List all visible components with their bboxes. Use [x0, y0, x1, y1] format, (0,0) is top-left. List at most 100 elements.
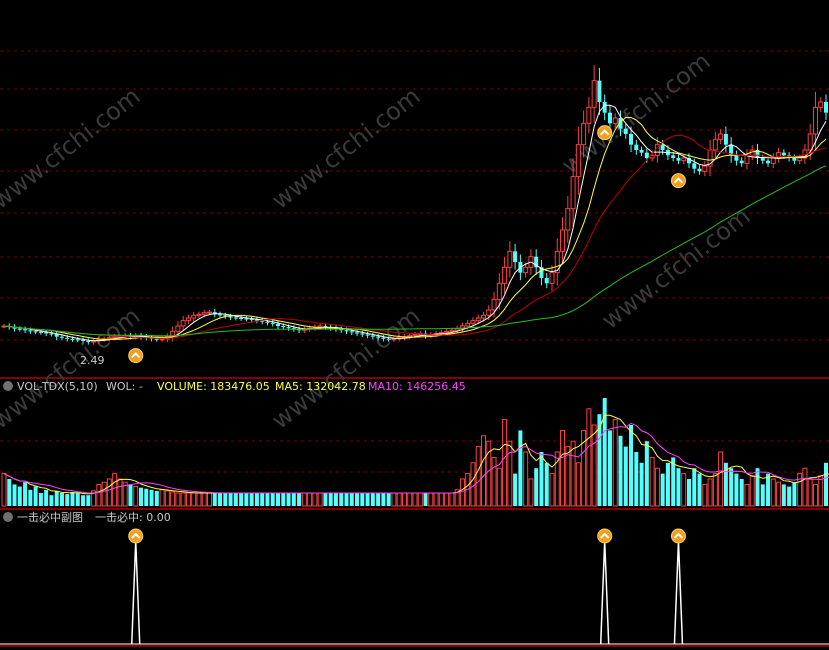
volume-bar [407, 492, 413, 507]
candle-body [233, 317, 238, 319]
volume-bar [459, 478, 465, 507]
volume-bar [201, 492, 207, 507]
volume-bar [286, 493, 291, 506]
volume-bar [7, 479, 12, 506]
signal-spike [599, 540, 610, 645]
candle-body [17, 328, 22, 330]
volume-bar [802, 467, 808, 507]
candle-body [270, 322, 275, 324]
candle-body [112, 336, 118, 339]
candle-body [792, 158, 797, 161]
volume-bar [417, 492, 423, 507]
volume-bar [233, 493, 238, 506]
candle-body [33, 331, 38, 333]
volume-bar [270, 493, 275, 506]
volume-bar [612, 419, 618, 507]
candle-body [470, 320, 476, 324]
volume-bar [634, 452, 639, 506]
candle-body [812, 106, 818, 135]
volume-bar [433, 492, 439, 507]
volume-bars [1, 398, 829, 507]
volume-bar [644, 441, 649, 506]
candle-body [323, 326, 328, 328]
candle-body [513, 251, 518, 262]
candle-body [349, 331, 354, 333]
volume-bar [818, 475, 824, 507]
candle-body [454, 328, 460, 331]
vol-ma5-line [3, 414, 829, 495]
candle-body [191, 314, 197, 319]
candle-body [65, 337, 70, 339]
candle-body [185, 317, 191, 322]
volume-bar [687, 479, 691, 506]
volume-bar [444, 492, 450, 507]
volume-bar [154, 490, 159, 506]
volume-bar [86, 495, 91, 506]
vol-indicator-name: VOL-TDX(5,10) [17, 380, 98, 393]
volume-bar [207, 492, 212, 507]
candle-body [692, 163, 697, 169]
candle-body [286, 327, 291, 329]
volume-bar [170, 491, 176, 507]
candle-body [475, 317, 481, 322]
candle-body [502, 266, 508, 284]
volume-bar [1, 473, 7, 507]
volume-bar [739, 479, 744, 506]
volume-bar [317, 492, 323, 507]
volume-bar [212, 493, 217, 506]
candle-body [586, 106, 592, 124]
volume-bar [254, 493, 259, 506]
volume-bar [381, 493, 386, 506]
volume-bar [470, 462, 476, 507]
volume-bar [276, 493, 280, 506]
candle-body [570, 176, 576, 210]
candle-body [766, 160, 771, 164]
candle-body [86, 340, 91, 342]
candle-body [681, 157, 687, 162]
volume-bar [692, 468, 697, 506]
candle-body [344, 330, 349, 332]
watermark-text: www.cfchi.com [596, 202, 755, 335]
signal-spike [673, 540, 684, 645]
volume-bar [149, 489, 154, 506]
volume-bar [249, 493, 254, 506]
candle-body [496, 282, 502, 300]
watermark-text: www.cfchi.com [266, 82, 425, 215]
volume-bar [534, 468, 539, 506]
volume-bar [665, 462, 670, 506]
volume-bar [117, 478, 123, 507]
volume-bar [265, 493, 270, 506]
candle-body [634, 144, 639, 150]
candle-body [175, 325, 181, 332]
volume-bar [528, 478, 534, 507]
candle-body [239, 318, 244, 319]
volume-bar [386, 493, 391, 506]
signal-up-icon [670, 528, 686, 544]
volume-bar [575, 462, 581, 507]
candle-body [597, 80, 602, 102]
candle-body [365, 334, 370, 336]
volume-bar [707, 478, 713, 507]
volume-bar [760, 484, 765, 506]
volume-bar [502, 419, 508, 507]
collapse-icon[interactable] [3, 512, 13, 522]
volume-bar [281, 493, 286, 506]
volume-bar [365, 493, 370, 506]
volume-bar [260, 493, 265, 506]
candle-body [481, 314, 486, 319]
signal-up-icon [597, 528, 613, 544]
watermark-text: www.cfchi.com [266, 302, 425, 435]
candle-body [391, 338, 397, 341]
volume-bar [824, 462, 828, 506]
volume-bar [496, 467, 502, 507]
volume-bar [792, 482, 797, 506]
candle-body [554, 250, 560, 274]
collapse-icon[interactable] [3, 381, 13, 391]
candle-body [623, 128, 628, 134]
volume-bar [491, 456, 497, 507]
volume-bar [507, 440, 513, 507]
signal-spike [130, 540, 141, 645]
signal-up-icon [670, 173, 686, 189]
volume-bar [360, 493, 365, 506]
candle-body [38, 331, 43, 333]
